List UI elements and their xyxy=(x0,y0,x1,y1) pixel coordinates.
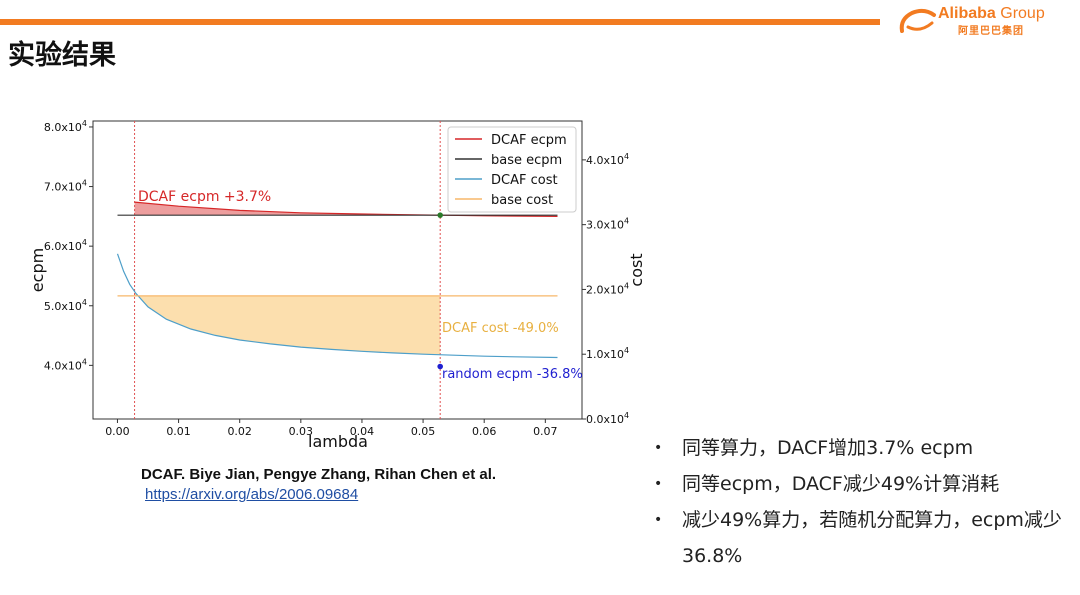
y2-axis-label: cost xyxy=(627,253,646,286)
reference-citation: DCAF. Biye Jian, Pengye Zhang, Rihan Che… xyxy=(141,466,497,483)
list-item: • 同等ecpm，DACF减少49%计算消耗 xyxy=(652,466,1072,502)
y-tick-label-3: 7.0x104 xyxy=(44,179,87,194)
y2-tick-label-3: 3.0x104 xyxy=(586,217,629,232)
y2-tick-label-4: 4.0x104 xyxy=(586,152,629,167)
y2-tick-label-2: 2.0x104 xyxy=(586,281,629,296)
list-item: • 减少49%算力，若随机分配算力，ecpm减少36.8% xyxy=(652,502,1072,574)
x-tick-label-0: 0.00 xyxy=(105,425,130,438)
legend-label-dcaf-cost: DCAF cost xyxy=(491,173,558,188)
y-tick-label-4: 8.0x104 xyxy=(44,119,87,134)
chart-legend: DCAF ecpm base ecpm DCAF cost base cost xyxy=(447,126,577,213)
bullet-marker: • xyxy=(654,440,663,456)
annotation-random-ecpm: random ecpm -36.8% xyxy=(442,367,583,382)
x-tick-label-7: 0.07 xyxy=(533,425,558,438)
x-tick-label-5: 0.05 xyxy=(411,425,436,438)
y2-tick-label-0: 0.0x104 xyxy=(586,411,629,426)
marker-point-0 xyxy=(437,212,443,218)
y-tick-label-1: 5.0x104 xyxy=(44,298,87,313)
y-axis-right: 0.0x104 1.0x104 2.0x104 3.0x104 4.0x104 xyxy=(582,152,629,426)
bullet-text: 同等ecpm，DACF减少49%计算消耗 xyxy=(682,473,1000,495)
x-axis-label: lambda xyxy=(308,432,368,451)
x-tick-label-1: 0.01 xyxy=(166,425,191,438)
legend-label-dcaf-ecpm: DCAF ecpm xyxy=(491,133,567,148)
x-tick-label-6: 0.06 xyxy=(472,425,497,438)
bullet-marker: • xyxy=(654,512,663,528)
y-tick-label-2: 6.0x104 xyxy=(44,238,87,253)
bullet-text: 同等算力，DACF增加3.7% ecpm xyxy=(682,437,974,459)
x-tick-label-2: 0.02 xyxy=(227,425,252,438)
bullet-marker: • xyxy=(654,476,663,492)
y-tick-label-0: 4.0x104 xyxy=(44,357,87,372)
annotation-dcaf-cost: DCAF cost -49.0% xyxy=(442,321,559,336)
list-item: • 同等算力，DACF增加3.7% ecpm xyxy=(652,430,1072,466)
y2-tick-label-1: 1.0x104 xyxy=(586,346,629,361)
conclusion-list: • 同等算力，DACF增加3.7% ecpm • 同等ecpm，DACF减少49… xyxy=(652,430,1072,574)
y-axis-left: 4.0x104 5.0x104 6.0x104 7.0x104 8.0x104 xyxy=(44,119,93,372)
bullet-text: 减少49%算力，若随机分配算力，ecpm减少36.8% xyxy=(682,509,1062,567)
legend-label-base-cost: base cost xyxy=(491,193,553,208)
legend-label-base-ecpm: base ecpm xyxy=(491,153,562,168)
reference-link[interactable]: https://arxiv.org/abs/2006.09684 xyxy=(145,486,358,503)
y-axis-label: ecpm xyxy=(28,248,47,292)
annotation-dcaf-ecpm: DCAF ecpm +3.7% xyxy=(138,189,271,205)
